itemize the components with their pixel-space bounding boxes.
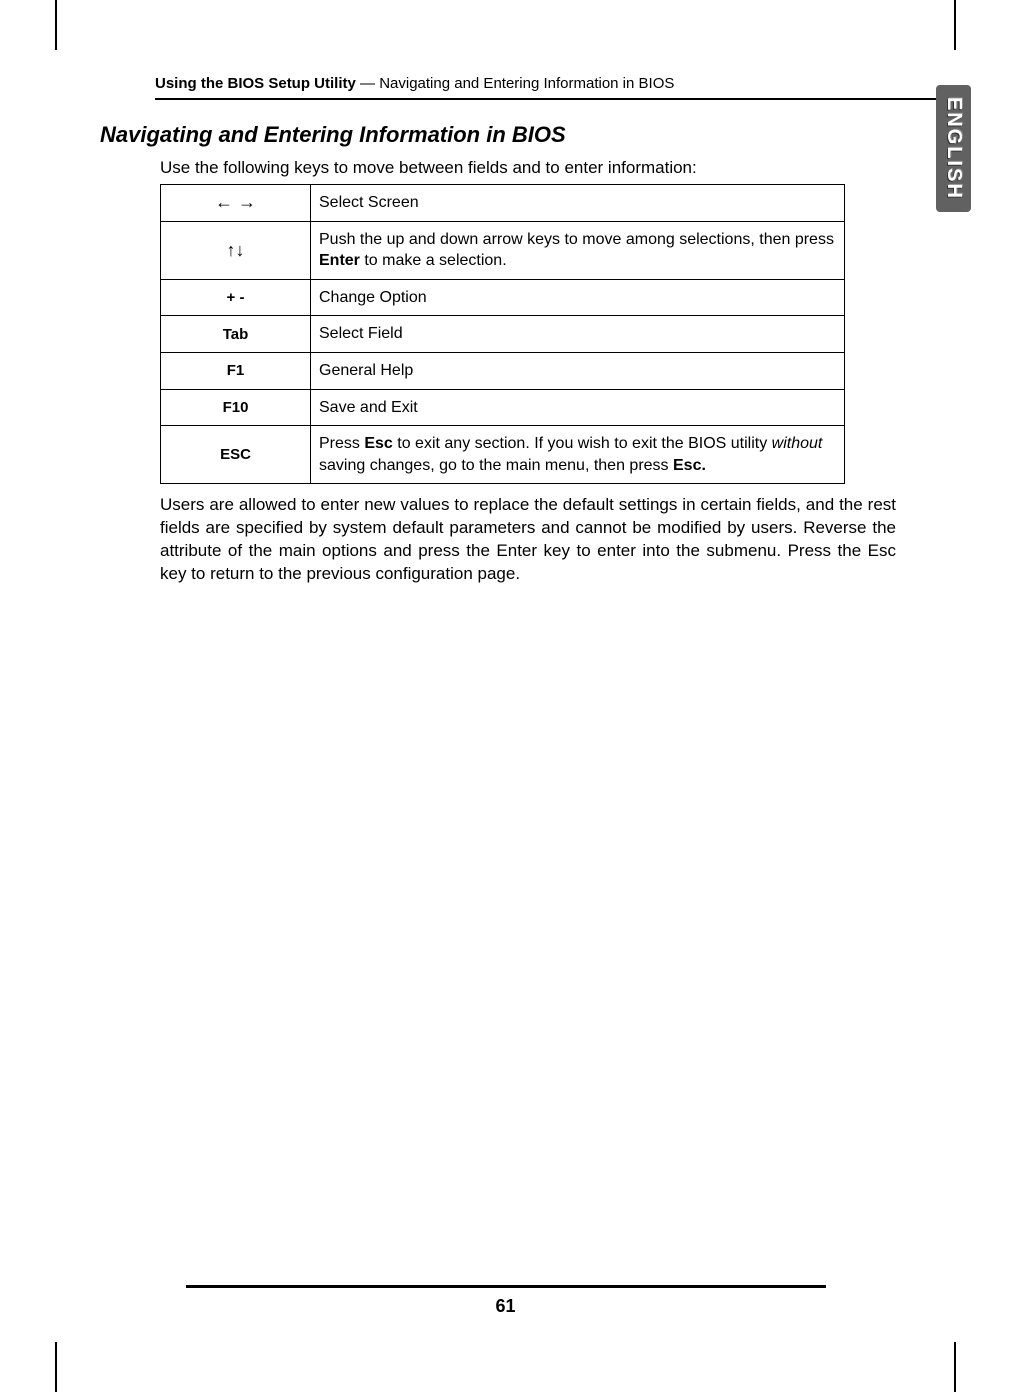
header-bold: Using the BIOS Setup Utility (155, 75, 356, 92)
desc-text: General Help (319, 362, 413, 379)
desc-cell: Save and Exit (311, 389, 845, 426)
content-area: Navigating and Entering Information in B… (100, 122, 896, 586)
desc-text: Press (319, 435, 364, 452)
desc-cell: Push the up and down arrow keys to move … (311, 221, 845, 279)
crop-mark (954, 1342, 956, 1392)
desc-text: Save and Exit (319, 399, 418, 416)
page-header: Using the BIOS Setup Utility — Navigatin… (155, 75, 956, 100)
key-table: ← → Select Screen ↑↓ Push the up and dow… (160, 184, 845, 484)
desc-bold: Enter (319, 252, 360, 269)
desc-text: Select Field (319, 325, 403, 342)
key-cell: ↑↓ (161, 221, 311, 279)
desc-cell: Select Field (311, 316, 845, 353)
desc-cell: Select Screen (311, 185, 845, 222)
key-label: Tab (223, 326, 249, 343)
key-cell: Tab (161, 316, 311, 353)
key-cell: ESC (161, 426, 311, 484)
desc-bold: Esc. (673, 457, 706, 474)
intro-text: Use the following keys to move between f… (160, 158, 896, 178)
up-down-arrow-icon: ↑↓ (227, 240, 245, 260)
key-label: F10 (223, 399, 249, 416)
key-cell: F10 (161, 389, 311, 426)
page-number: 61 (0, 1296, 1011, 1317)
crop-mark (55, 1342, 57, 1392)
desc-text: Change Option (319, 289, 427, 306)
desc-italic: without (772, 435, 823, 452)
table-row: ESC Press Esc to exit any section. If yo… (161, 426, 845, 484)
table-row: Tab Select Field (161, 316, 845, 353)
section-title: Navigating and Entering Information in B… (100, 122, 896, 148)
desc-text: to exit any section. If you wish to exit… (393, 435, 772, 452)
page-footer: 61 (0, 1285, 1011, 1317)
desc-text: to make a selection. (360, 252, 507, 269)
footer-divider (186, 1285, 826, 1288)
table-row: ← → Select Screen (161, 185, 845, 222)
plus-minus-icon: + - (227, 289, 245, 306)
desc-cell: Change Option (311, 279, 845, 316)
body-paragraph: Users are allowed to enter new values to… (160, 494, 896, 586)
page-container: Using the BIOS Setup Utility — Navigatin… (0, 0, 1011, 616)
language-tab: ENGLISH (936, 85, 971, 212)
key-cell: ← → (161, 185, 311, 222)
header-normal: — Navigating and Entering Information in… (356, 75, 675, 92)
desc-text: Select Screen (319, 194, 419, 211)
desc-bold: Esc (364, 435, 392, 452)
table-row: ↑↓ Push the up and down arrow keys to mo… (161, 221, 845, 279)
desc-text: Push the up and down arrow keys to move … (319, 231, 834, 248)
left-right-arrow-icon: ← → (215, 192, 256, 212)
key-cell: + - (161, 279, 311, 316)
desc-text: saving changes, go to the main menu, the… (319, 457, 673, 474)
desc-cell: Press Esc to exit any section. If you wi… (311, 426, 845, 484)
key-label: F1 (227, 362, 245, 379)
desc-cell: General Help (311, 352, 845, 389)
table-row: F10 Save and Exit (161, 389, 845, 426)
table-row: F1 General Help (161, 352, 845, 389)
key-label: ESC (220, 446, 251, 463)
table-row: + - Change Option (161, 279, 845, 316)
key-cell: F1 (161, 352, 311, 389)
